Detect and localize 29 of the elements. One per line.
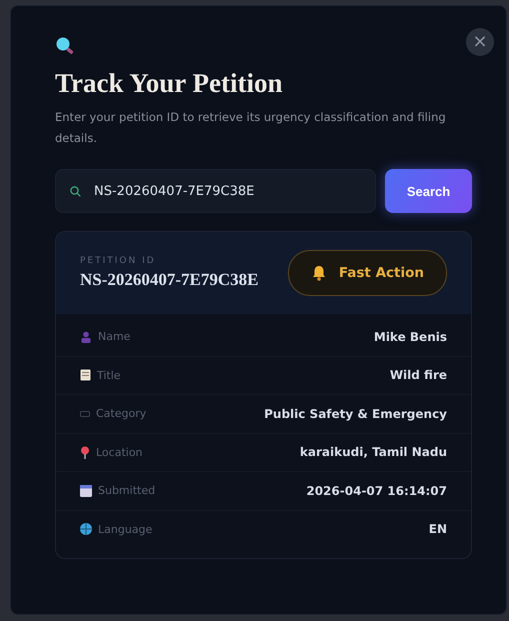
detail-label: Category [96, 407, 146, 420]
magnifier-icon [55, 36, 75, 56]
detail-value: Wild fire [390, 368, 447, 382]
detail-value: Public Safety & Emergency [264, 406, 447, 421]
detail-label: Name [98, 330, 130, 344]
detail-label: Title [97, 368, 121, 382]
detail-value: EN [428, 522, 447, 536]
detail-label: Language [98, 522, 152, 536]
calendar-icon [80, 484, 92, 497]
urgency-badge: Fast Action [288, 250, 447, 296]
person-icon [80, 330, 92, 343]
petition-id: NS-20260407-7E79C38E [80, 270, 259, 290]
close-button[interactable]: × [466, 28, 494, 56]
dialog-title: Track Your Petition [55, 68, 284, 99]
detail-value: 2026-04-07 16:14:07 [306, 484, 447, 498]
dialog-description: Enter your petition ID to retrieve its urgency classification and filing details. [55, 109, 447, 147]
detail-value: karaikudi, Tamil Nadu [300, 445, 447, 460]
detail-label: Location [96, 446, 143, 459]
tag-icon [80, 410, 90, 418]
id-label: PETITION ID [80, 256, 157, 266]
search-button[interactable]: Search [385, 169, 472, 213]
search-icon [70, 186, 81, 197]
document-icon [80, 369, 91, 382]
bell-icon [310, 265, 327, 281]
globe-icon [80, 523, 92, 536]
detail-value: Mike Benis [374, 330, 447, 344]
pin-icon [80, 446, 90, 459]
search-field[interactable]: NS-20260407-7E79C38E [55, 169, 376, 213]
detail-label: Submitted [98, 484, 156, 498]
